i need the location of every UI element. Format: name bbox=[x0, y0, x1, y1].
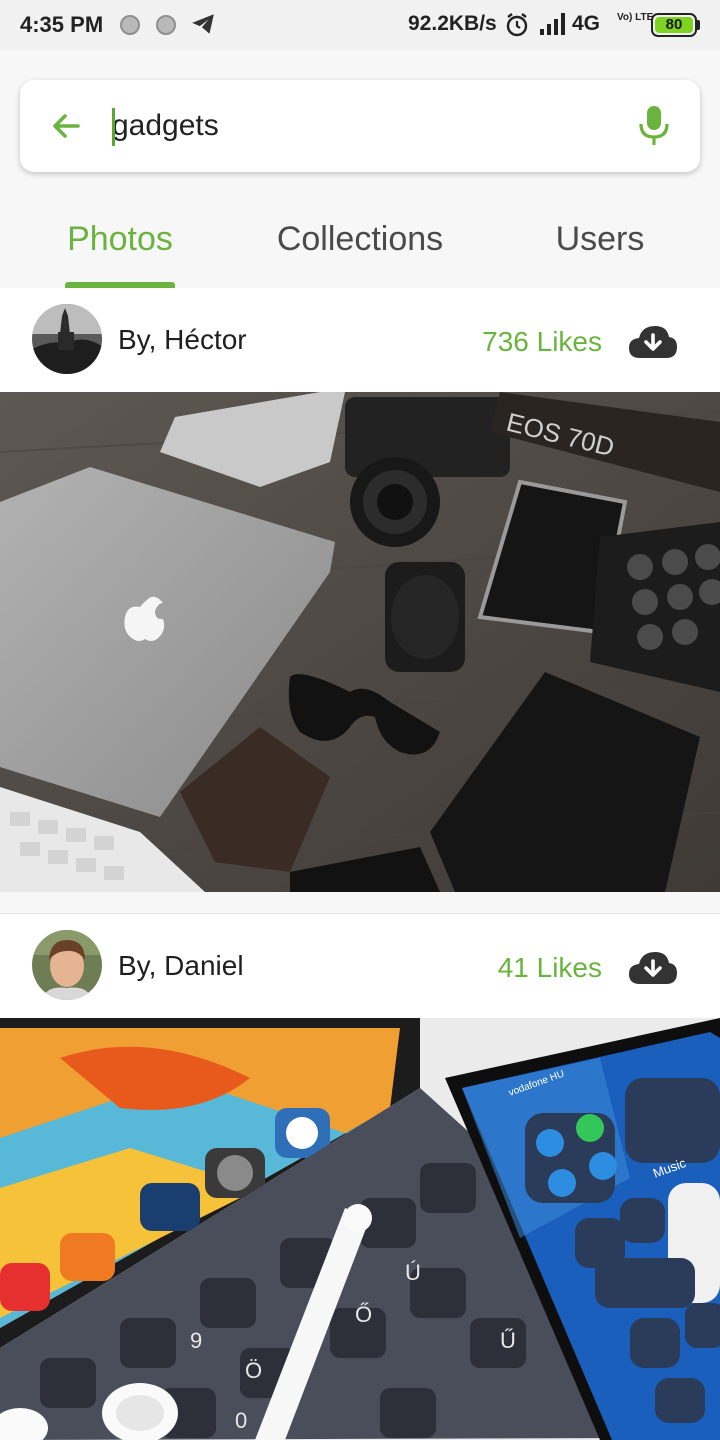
telegram-icon bbox=[190, 11, 216, 42]
network-type: 4G bbox=[572, 12, 601, 35]
svg-text:Ű: Ű bbox=[500, 1328, 516, 1353]
status-time: 4:35 PM bbox=[20, 12, 104, 37]
battery-tip bbox=[697, 20, 700, 30]
alarm-icon bbox=[505, 12, 529, 43]
battery-icon: 80 bbox=[651, 13, 697, 37]
status-bar: 4:35 PM 92.2KB/s 4G Vo) LTE 80 bbox=[0, 0, 720, 50]
avatar[interactable] bbox=[32, 304, 102, 374]
arrow-left-icon[interactable] bbox=[48, 108, 84, 144]
photo-card-header: By, Daniel 41 Likes bbox=[0, 914, 720, 1018]
cloud-download-icon[interactable] bbox=[628, 324, 678, 360]
author-name[interactable]: By, Héctor bbox=[118, 324, 247, 356]
signal-icon bbox=[540, 13, 570, 40]
photo-image[interactable]: ÖÚŐŰ90 Music vodafone HU bbox=[0, 1018, 720, 1440]
svg-text:Ő: Ő bbox=[355, 1302, 372, 1327]
svg-text:Ú: Ú bbox=[405, 1260, 421, 1285]
likes-count: 41 Likes bbox=[497, 952, 602, 983]
svg-text:Ö: Ö bbox=[245, 1358, 262, 1383]
search-input[interactable] bbox=[112, 102, 612, 150]
notification-dot-icon bbox=[120, 15, 140, 35]
network-speed: 92.2KB/s bbox=[408, 12, 497, 35]
search-bar bbox=[20, 80, 700, 172]
svg-text:9: 9 bbox=[190, 1328, 202, 1353]
author-name[interactable]: By, Daniel bbox=[118, 950, 244, 982]
tab-collections[interactable]: Collections bbox=[255, 220, 465, 288]
cloud-download-icon[interactable] bbox=[628, 950, 678, 986]
battery-level: 80 bbox=[655, 17, 693, 33]
photo-card: By, Daniel 41 Likes Ö Ú Ő Ű 9 0 Music vo… bbox=[0, 914, 720, 1440]
svg-text:0: 0 bbox=[235, 1408, 247, 1433]
text-cursor bbox=[112, 108, 115, 146]
search-header: Photos Collections Users bbox=[0, 50, 720, 288]
tab-photos[interactable]: Photos bbox=[40, 220, 200, 288]
likes-count: 736 Likes bbox=[482, 326, 602, 357]
card-divider bbox=[0, 892, 720, 914]
avatar[interactable] bbox=[32, 930, 102, 1000]
mic-icon[interactable] bbox=[634, 104, 674, 148]
tab-bar: Photos Collections Users bbox=[0, 210, 720, 288]
tab-users[interactable]: Users bbox=[530, 220, 670, 288]
photo-card: By, Héctor 736 Likes EOS 70D bbox=[0, 288, 720, 892]
photo-image[interactable]: EOS 70D bbox=[0, 392, 720, 892]
volte-indicator: Vo) LTE bbox=[617, 12, 654, 23]
photo-card-header: By, Héctor 736 Likes bbox=[0, 288, 720, 392]
notification-dot-icon bbox=[156, 15, 176, 35]
